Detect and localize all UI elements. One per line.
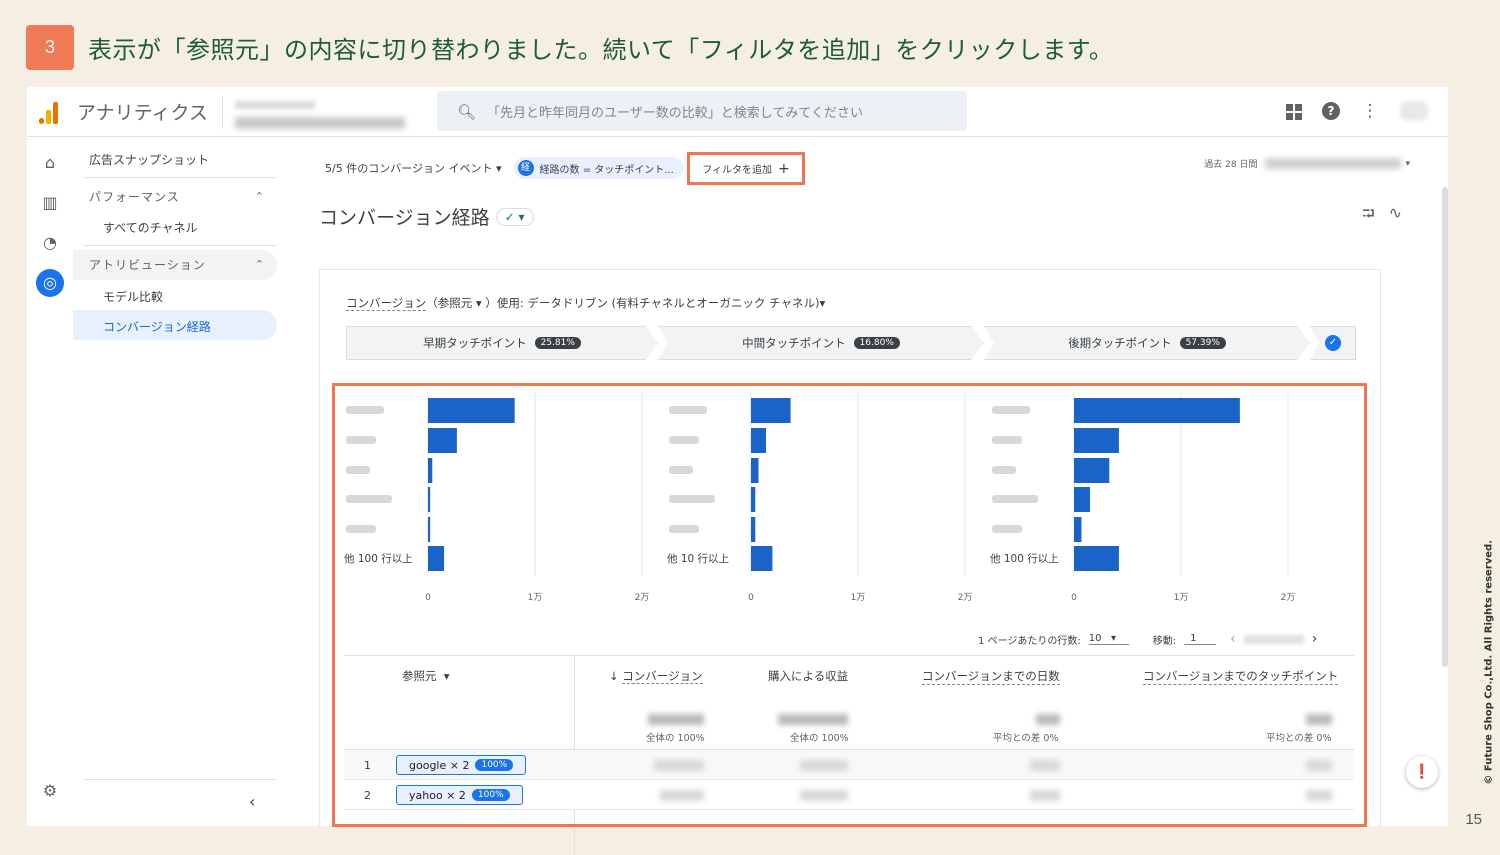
status-check-icon[interactable]: ✓ ▾ (495, 207, 534, 226)
help-icon[interactable]: ? (1322, 102, 1340, 120)
settings-gear-icon[interactable]: ⚙ (36, 777, 64, 805)
page-title: コンバージョン経路 (319, 207, 490, 229)
sidebar-item-model-compare[interactable]: モデル比較 (103, 288, 163, 305)
stage-middle[interactable]: 中間タッチポイント 16.80% (658, 326, 984, 360)
step-instruction: 表示が「参照元」の内容に切り替わりました。続いて「フィルタを追加」をクリックしま… (88, 36, 1114, 64)
more-vert-icon[interactable]: ⋮ (1360, 101, 1380, 121)
insights-icon[interactable]: ∿ (1389, 203, 1402, 230)
stage-late[interactable]: 後期タッチポイント 57.39% (984, 326, 1310, 360)
copyright: © Future Shop Co.,Ltd. All Rights reserv… (1484, 540, 1495, 785)
date-range-selector[interactable]: 過去 28 日間 ▾ (1204, 157, 1410, 170)
advertising-icon[interactable]: ◎ (36, 269, 64, 297)
chevron-up-icon: ⌃ (254, 258, 265, 271)
feedback-icon[interactable]: ❗ (1406, 756, 1438, 788)
conversion-dimension-line[interactable]: コンバージョン（参照元 ▾ ）使用: データドリブン (有料チャネルとオーガニッ… (346, 295, 825, 311)
chart-highlight-frame (332, 383, 1367, 827)
sidebar: 広告スナップショット パフォーマンス ⌃ すべてのチャネル アトリビューション ⌃ … (73, 137, 281, 826)
search-bar[interactable]: 🔍︎ 「先月と昨年同月のユーザー数の比較」と検索してみてください (437, 91, 967, 131)
home-icon[interactable]: ⌂ (36, 149, 64, 177)
apps-grid-icon[interactable] (1286, 104, 1302, 120)
nav-rail: ⌂ ▥ ◔ ◎ ⚙ (27, 137, 73, 826)
plus-icon: + (778, 160, 790, 177)
chevron-up-icon: ⌃ (254, 190, 265, 203)
page-number: 15 (1465, 811, 1482, 828)
stage-conversion-check: ✓ (1310, 326, 1356, 360)
sidebar-item-all-channels[interactable]: すべてのチャネル (103, 219, 198, 236)
touchpoint-stages: 早期タッチポイント 25.81% 中間タッチポイント 16.80% 後期タッチポイン… (346, 326, 1356, 360)
top-bar: アナリティクス 🔍︎ 「先月と昨年同月のユーザー数の比較」と検索してみてください… (27, 87, 1448, 137)
step-number-badge: 3 (26, 25, 74, 70)
sidebar-section-performance[interactable]: パフォーマンス ⌃ (73, 182, 277, 212)
search-placeholder: 「先月と昨年同月のユーザー数の比較」と検索してみてください (487, 105, 863, 121)
sidebar-item-conversion-paths[interactable]: コンバージョン経路 (103, 318, 211, 335)
account-selector[interactable] (221, 94, 422, 129)
conversion-events-selector[interactable]: 5/5 件のコンバージョン イベント ▾ (325, 160, 502, 176)
search-icon: 🔍︎ (457, 103, 477, 121)
reports-icon[interactable]: ▥ (36, 189, 64, 217)
check-icon: ✓ (1325, 335, 1341, 351)
stage-early[interactable]: 早期タッチポイント 25.81% (346, 326, 658, 360)
share-icon[interactable]: ⮒ (1362, 203, 1374, 230)
sidebar-item-snapshot[interactable]: 広告スナップショット (89, 151, 209, 168)
app-name: アナリティクス (77, 102, 208, 124)
explore-icon[interactable]: ◔ (36, 229, 64, 257)
add-filter-button[interactable]: フィルタを追加 + (687, 152, 805, 185)
collapse-chevron-icon[interactable]: ‹ (249, 792, 255, 811)
analytics-logo-icon[interactable] (39, 100, 61, 124)
sidebar-section-attribution[interactable]: アトリビューション ⌃ (73, 250, 277, 280)
avatar[interactable] (1400, 101, 1428, 121)
scrollbar[interactable] (1442, 187, 1448, 667)
path-count-filter-chip[interactable]: 経経路の数 = タッチポイント... (513, 157, 684, 179)
